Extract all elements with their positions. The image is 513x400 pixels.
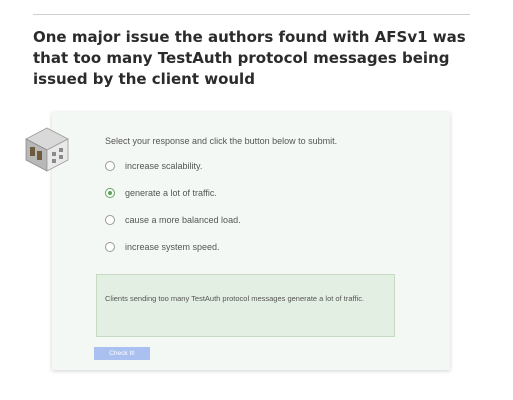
question-text: One major issue the authors found with A… <box>33 28 466 88</box>
radio-button[interactable] <box>105 161 115 171</box>
option-balanced-load[interactable]: cause a more balanced load. <box>105 213 241 227</box>
check-it-button[interactable]: Check It! <box>94 347 150 360</box>
option-label: generate a lot of traffic. <box>125 188 217 198</box>
option-increase-scalability[interactable]: increase scalability. <box>105 159 202 173</box>
option-generate-traffic[interactable]: generate a lot of traffic. <box>105 186 217 200</box>
option-label: increase scalability. <box>125 161 203 171</box>
option-label: increase system speed. <box>125 242 220 252</box>
building-icon <box>23 125 71 173</box>
option-label: cause a more balanced load. <box>125 215 241 225</box>
option-increase-speed[interactable]: increase system speed. <box>105 240 220 254</box>
radio-button[interactable] <box>105 242 115 252</box>
feedback-text: Clients sending too many TestAuth protoc… <box>105 294 365 303</box>
radio-button[interactable] <box>105 215 115 225</box>
top-divider <box>33 14 470 15</box>
radio-button-selected[interactable] <box>105 188 115 198</box>
feedback-box: Clients sending too many TestAuth protoc… <box>96 274 395 337</box>
instruction-text: Select your response and click the butto… <box>105 136 338 146</box>
